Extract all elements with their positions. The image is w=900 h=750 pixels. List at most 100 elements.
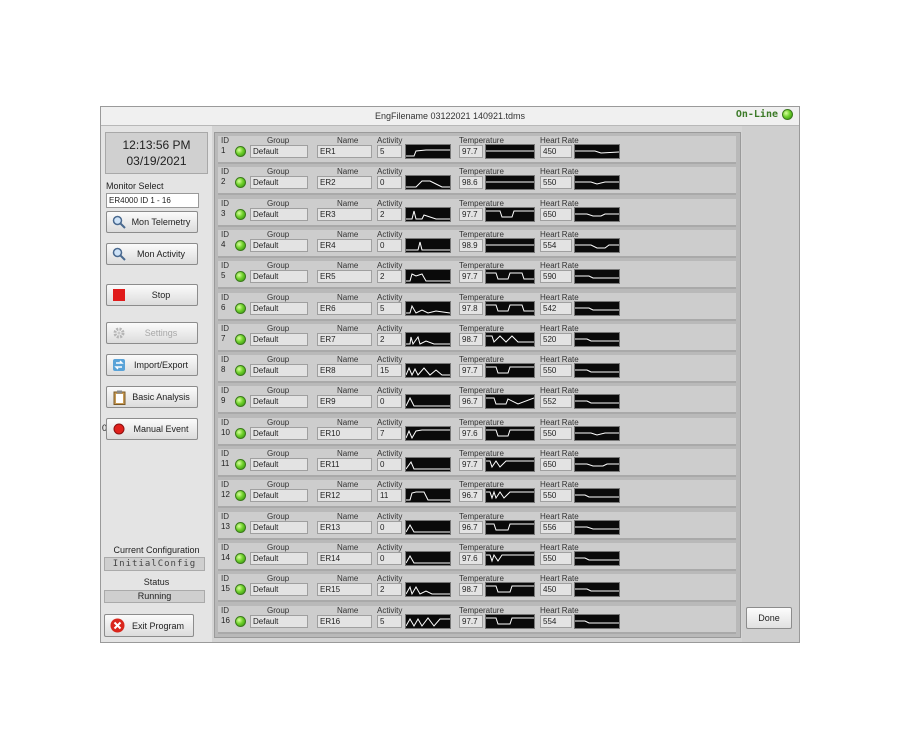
monitor-id: 10 — [221, 427, 230, 437]
group-header: Group — [267, 574, 290, 584]
temperature-graph — [485, 331, 535, 347]
name-field[interactable]: ER9 — [317, 395, 372, 409]
temperature-graph — [485, 237, 535, 253]
status-led-icon — [235, 177, 246, 189]
name-field[interactable]: ER3 — [317, 207, 372, 221]
settings-label: Settings — [144, 328, 178, 338]
status-led-icon — [235, 333, 246, 345]
group-field[interactable]: Default — [250, 176, 308, 190]
group-field[interactable]: Default — [250, 520, 308, 534]
id-header: ID — [221, 229, 229, 239]
activity-header: Activity — [377, 167, 403, 177]
name-header: Name — [337, 417, 359, 427]
status-led-icon — [235, 521, 246, 533]
activity-value: 0 — [377, 238, 402, 252]
activity-value: 0 — [377, 395, 402, 409]
temperature-graph — [485, 363, 535, 379]
name-field[interactable]: ER7 — [317, 332, 372, 346]
group-field[interactable]: Default — [250, 207, 308, 221]
name-field[interactable]: ER6 — [317, 301, 372, 315]
clipboard-icon — [111, 389, 127, 405]
heart-rate-value: 556 — [540, 520, 572, 534]
monitor-id: 12 — [221, 490, 230, 500]
monitor-id: 13 — [221, 521, 230, 531]
name-header: Name — [337, 449, 359, 458]
group-field[interactable]: Default — [250, 270, 308, 284]
activity-value: 2 — [377, 583, 402, 597]
activity-graph — [405, 300, 451, 316]
status-led-icon — [235, 271, 246, 283]
activity-graph — [405, 488, 451, 504]
heart-rate-value: 550 — [540, 176, 572, 190]
name-field[interactable]: ER13 — [317, 520, 372, 534]
heart-rate-graph — [574, 206, 620, 222]
id-header: ID — [221, 292, 229, 302]
manual-event-button[interactable]: Manual Event — [106, 418, 198, 440]
import-export-button[interactable]: Import/Export — [106, 354, 198, 376]
name-field[interactable]: ER8 — [317, 364, 372, 378]
group-field[interactable]: Default — [250, 145, 308, 158]
status-led-icon — [235, 146, 246, 157]
heart-rate-graph — [574, 300, 620, 316]
done-button[interactable]: Done — [746, 607, 792, 629]
activity-header: Activity — [377, 136, 403, 145]
name-field[interactable]: ER4 — [317, 238, 372, 252]
id-header: ID — [221, 136, 229, 145]
group-field[interactable]: Default — [250, 332, 308, 346]
group-field[interactable]: Default — [250, 238, 308, 252]
mon-activity-button[interactable]: Mon Activity — [106, 243, 198, 265]
temperature-value: 97.7 — [459, 364, 483, 378]
name-field[interactable]: ER16 — [317, 614, 372, 628]
group-field[interactable]: Default — [250, 364, 308, 378]
temperature-value: 98.6 — [459, 176, 483, 190]
activity-value: 5 — [377, 145, 402, 158]
stop-button[interactable]: Stop — [106, 284, 198, 306]
temperature-graph — [485, 269, 535, 285]
temperature-value: 97.8 — [459, 301, 483, 315]
name-field[interactable]: ER2 — [317, 176, 372, 190]
mon-telemetry-button[interactable]: Mon Telemetry — [106, 211, 198, 233]
group-field[interactable]: Default — [250, 301, 308, 315]
basic-analysis-button[interactable]: Basic Analysis — [106, 386, 198, 408]
group-field[interactable]: Default — [250, 614, 308, 628]
monitor-id: 7 — [221, 333, 226, 343]
temperature-graph — [485, 613, 535, 629]
temperature-value: 97.6 — [459, 426, 483, 440]
name-header: Name — [337, 136, 359, 145]
exit-program-button[interactable]: Exit Program — [104, 614, 194, 637]
group-field[interactable]: Default — [250, 395, 308, 409]
monitor-row: ID Group Name Activity Temperature Heart Rate… — [218, 511, 736, 540]
monitor-id: 4 — [221, 239, 226, 249]
group-field[interactable]: Default — [250, 426, 308, 440]
heart-rate-value: 550 — [540, 551, 572, 565]
activity-graph — [405, 331, 451, 347]
group-field[interactable]: Default — [250, 458, 308, 471]
group-field[interactable]: Default — [250, 583, 308, 597]
name-field[interactable]: ER15 — [317, 583, 372, 597]
group-header: Group — [267, 449, 290, 458]
name-field[interactable]: ER14 — [317, 551, 372, 565]
heart-rate-graph — [574, 550, 620, 566]
status-value: Running — [104, 590, 205, 603]
name-field[interactable]: ER11 — [317, 458, 372, 471]
name-header: Name — [337, 292, 359, 302]
heart-rate-value: 554 — [540, 614, 572, 628]
name-field[interactable]: ER1 — [317, 145, 372, 158]
name-field[interactable]: ER5 — [317, 270, 372, 284]
monitor-select-dropdown[interactable]: ER4000 ID 1 - 16 — [106, 193, 199, 208]
name-header: Name — [337, 386, 359, 396]
group-field[interactable]: Default — [250, 489, 308, 503]
group-field[interactable]: Default — [250, 551, 308, 565]
activity-value: 2 — [377, 207, 402, 221]
mon-activity-label: Mon Activity — [136, 249, 185, 259]
import-export-icon — [111, 357, 127, 373]
name-field[interactable]: ER10 — [317, 426, 372, 440]
monitor-row: ID Group Name Activity Temperature Heart Rate… — [218, 229, 736, 258]
heart-rate-graph — [574, 488, 620, 504]
basic-analysis-label: Basic Analysis — [132, 392, 190, 402]
name-field[interactable]: ER12 — [317, 489, 372, 503]
gear-icon — [111, 325, 127, 341]
settings-button[interactable]: Settings — [106, 322, 198, 344]
temperature-graph — [485, 550, 535, 566]
id-header: ID — [221, 511, 229, 521]
